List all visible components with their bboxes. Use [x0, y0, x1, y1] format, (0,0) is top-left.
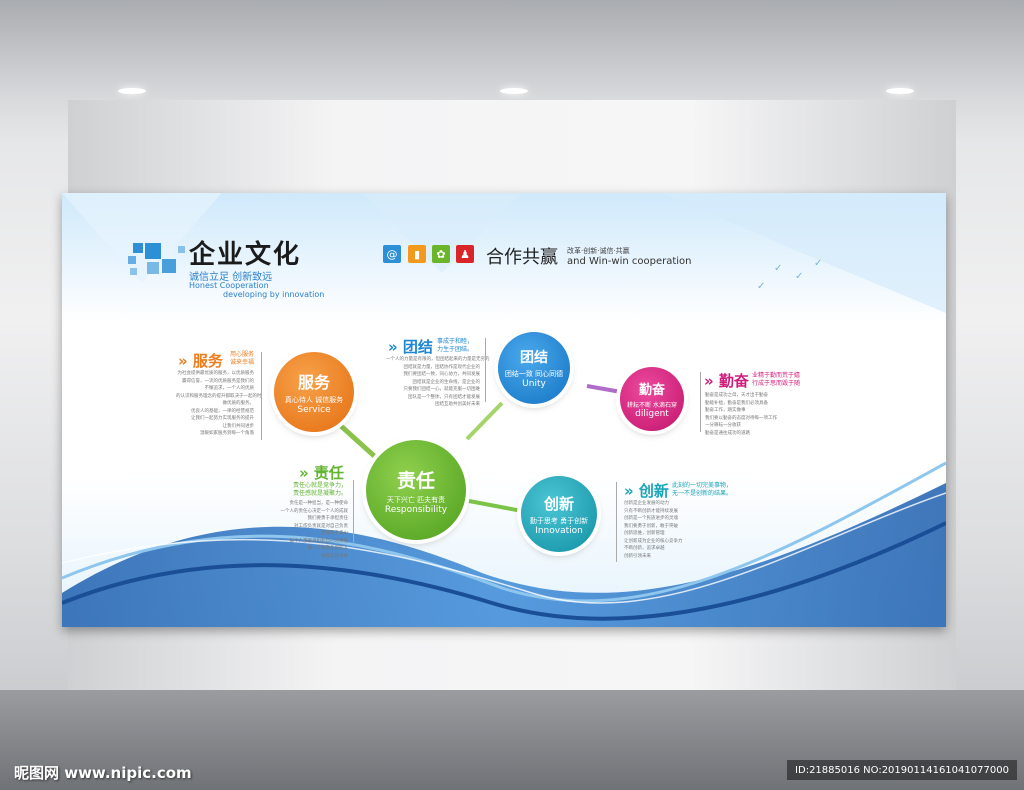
circle-innovation: 创新 勤于思考 勇于创新 Innovation — [521, 476, 597, 552]
section-title: 团结 — [402, 338, 433, 356]
circle-sub: 天下兴亡 匹夫有责 — [386, 495, 446, 504]
cooperate-en: and Win-win cooperation — [567, 256, 692, 267]
section-head-innovation: » 创新 — [624, 482, 669, 500]
circle-label: 责任 — [396, 469, 435, 492]
circle-label: 创新 — [543, 494, 574, 513]
circle-en: Innovation — [535, 525, 583, 536]
section-head-diligent: » 勤奋 — [704, 372, 749, 390]
section-title: 勤奋 — [718, 372, 749, 390]
section-text-diligent: 勤奋是成功之母，天才出于勤奋 勤能补拙，勤奋是我们必须具备 勤奋工作，踏实做事 … — [705, 393, 777, 436]
circle-unity: 团结 团结一致 同心同德 Unity — [498, 332, 570, 404]
section-text-service: 为社会提供最优质的服务，以优质服务 赢得信誉，一流的优质服务是我们的 不懈追求，… — [176, 371, 262, 436]
section-title: 创新 — [638, 482, 669, 500]
section-tag-service: 用心服务 诚来幸福 — [230, 351, 255, 366]
section-text-unity: 一个人的力量是有限的，但团结起来的力量是无穷的 团结就是力量，团结协作是现代企业… — [386, 357, 490, 407]
circle-label: 服务 — [297, 373, 330, 392]
circle-sub: 团结一致 同心同德 — [504, 370, 564, 378]
circle-responsibility: 责任 天下兴亡 匹夫有责 Responsibility — [366, 440, 466, 540]
ceiling — [0, 0, 1024, 100]
chart-icon: ▮ — [408, 245, 426, 263]
circle-diligent: 勤奋 耕耘不断 水滴石穿 diligent — [620, 367, 684, 431]
section-text-responsibility: 责任是一种担当，是一种使命 一个人的责任心决定一个人的成就 我们要勇于承担责任 … — [280, 501, 349, 559]
at-icon: @ — [383, 245, 401, 263]
logo-square — [162, 259, 176, 273]
subtitle-en: developing by innovation — [223, 290, 325, 299]
bird-icon: ✓ — [774, 263, 783, 274]
logo-square — [128, 256, 136, 264]
section-tag-innovation: 此刻的一切完美事物， 无一不是创新的结果。 — [672, 482, 733, 497]
section-head-responsibility: » 责任 — [299, 464, 344, 482]
circle-sub: 勤于思考 勇于创新 — [529, 516, 589, 525]
ceiling-light — [500, 88, 528, 94]
subtitle-en: Honest Cooperation — [189, 281, 269, 290]
logo-square — [133, 243, 143, 253]
divider — [485, 338, 486, 402]
circle-en: Service — [297, 405, 331, 415]
section-title: 服务 — [192, 352, 223, 370]
logo-square — [145, 243, 161, 259]
divider — [700, 372, 701, 432]
section-tag-diligent: 业精于勤而荒于嬉 行成于思而毁于随 — [752, 372, 801, 387]
circle-en: Responsibility — [384, 504, 448, 515]
circle-sub: 耕耘不断 水滴石穿 — [627, 402, 677, 409]
bird-icon: ✓ — [757, 281, 766, 292]
bird-icon: ✓ — [795, 271, 804, 282]
circle-service: 服务 真心待人 诚信服务 Service — [274, 352, 354, 432]
page-title: 企业文化 — [189, 240, 302, 270]
circle-sub: 真心待人 诚信服务 — [284, 396, 344, 404]
cooperate-heading: 合作共赢 — [486, 247, 558, 268]
bird-icon: ✓ — [814, 258, 823, 269]
section-title: 责任 — [313, 464, 344, 482]
section-tag-unity: 事成于和睦， 力生于团结。 — [437, 338, 474, 353]
logo-square — [178, 246, 185, 253]
ceiling-light — [886, 88, 914, 94]
gear-icon: ✿ — [432, 245, 450, 263]
circle-label: 勤奋 — [638, 383, 665, 398]
cooperate-tagline: 改革·创新·诚信·共赢 — [567, 247, 630, 255]
ceiling-light — [118, 88, 146, 94]
watermark-right: ID:21885016 NO:20190114161041077000 — [787, 760, 1017, 780]
circle-en: diligent — [635, 409, 669, 419]
logo-square — [147, 262, 159, 274]
section-text-innovation: 创新是企业发展的动力 只有不断创新才能持续发展 创新是一个民族进步的灵魂 我们要… — [624, 501, 683, 559]
divider — [261, 352, 262, 440]
circle-en: Unity — [522, 379, 546, 389]
logo-square — [130, 268, 137, 275]
section-head-service: » 服务 — [178, 352, 223, 370]
circle-label: 团结 — [520, 350, 548, 366]
person-icon: ♟ — [456, 245, 474, 263]
divider — [616, 482, 617, 562]
section-tag-responsibility: 责任心就是竞争力， 责任感就是凝聚力。 — [292, 482, 347, 497]
watermark-left: 昵图网 www.nipic.com — [14, 764, 192, 782]
section-head-unity: » 团结 — [388, 338, 433, 356]
divider — [353, 480, 354, 548]
